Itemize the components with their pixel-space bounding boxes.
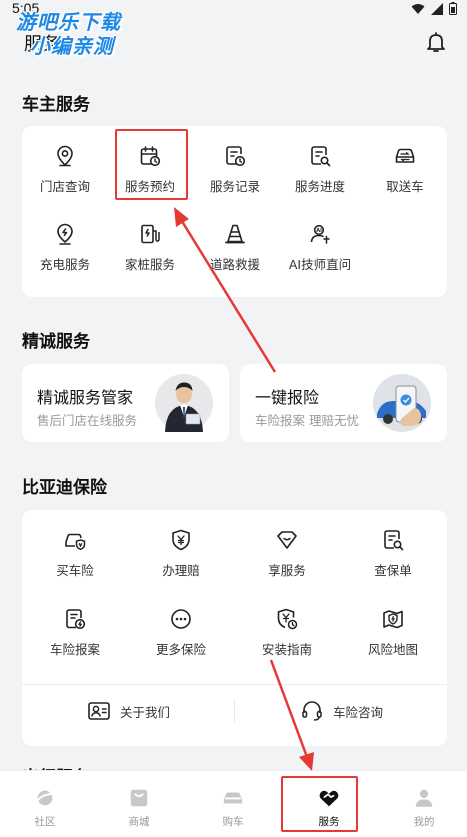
- owner-service-booking[interactable]: 服务预约: [107, 144, 193, 195]
- insurance-report[interactable]: 车险报案: [32, 607, 118, 658]
- insurance-divider: [22, 684, 447, 685]
- car-exchange-icon: [395, 148, 415, 163]
- status-icons: [411, 2, 457, 15]
- charging-pin-icon: [57, 223, 73, 245]
- grid-label: 享服务: [268, 563, 306, 578]
- premium-butler-card[interactable]: 精诚服务管家 售后门店在线服务: [22, 364, 229, 442]
- grid-label: 道路救援: [209, 257, 260, 272]
- car-icon: [223, 792, 243, 804]
- owner-services-card: 门店查询 服务预约 服务记录 服务进度 取送车 充电服务 家桩服务 道路救援 A…: [22, 126, 447, 297]
- about-us-icon: [88, 702, 110, 720]
- insurance-risk-map[interactable]: 风险地图: [350, 607, 436, 658]
- risk-map-icon: [383, 610, 403, 629]
- grid-label: 车险报案: [49, 642, 100, 657]
- watermark-line-2: 小编亲测: [30, 34, 114, 58]
- grid-label: 门店查询: [39, 179, 90, 194]
- policy-search-icon: [384, 530, 404, 551]
- shopping-bag-icon: [130, 789, 148, 807]
- nav-community[interactable]: 社区: [15, 781, 75, 829]
- record-clock-icon: [226, 146, 246, 167]
- insurance-policy-lookup[interactable]: 查保单: [350, 528, 436, 579]
- traffic-cone-icon: [225, 224, 245, 244]
- grid-label: 查保单: [374, 563, 412, 578]
- nav-label: 服务: [318, 816, 340, 828]
- guide-shield-icon: [277, 608, 298, 630]
- calendar-clock-icon: [140, 146, 161, 167]
- grid-label: 服务记录: [209, 179, 260, 194]
- svg-text:¥: ¥: [79, 543, 83, 549]
- signal-icon: [431, 2, 443, 15]
- insurance-install-guide[interactable]: 安装指南: [244, 607, 330, 658]
- insurance-claim[interactable]: 办理赔: [138, 528, 224, 579]
- insurance-consult-link[interactable]: 车险咨询: [301, 698, 383, 724]
- grid-label: 充电服务: [39, 257, 90, 272]
- car-shield-icon: ¥: [65, 533, 86, 551]
- battery-icon: [449, 2, 457, 15]
- svg-text:AI: AI: [316, 228, 322, 234]
- owner-service-ai-technician[interactable]: AI AI技师直问: [277, 222, 363, 273]
- owner-services-title: 车主服务: [22, 95, 90, 115]
- watermark-overlay: 游吧乐下载 小编亲测: [16, 10, 166, 66]
- nav-mine[interactable]: 我的: [394, 781, 454, 829]
- heart-handshake-icon: [319, 790, 339, 807]
- progress-search-icon: [311, 146, 331, 167]
- grid-label: 风险地图: [367, 642, 418, 657]
- nav-label: 商城: [128, 816, 150, 828]
- watermark-line-1: 游吧乐下载: [16, 10, 121, 34]
- insurance-report-card[interactable]: 一键报险 车险报案 理赔无忧: [240, 364, 447, 442]
- diamond-icon: [277, 531, 297, 549]
- insurance-card: ¥ 买车险 办理赔 享服务 查保单 车险报案 更多保险 安装指南 风险地图 关于…: [22, 510, 447, 746]
- nav-label: 我的: [413, 816, 435, 828]
- grid-label: 办理赔: [162, 563, 200, 578]
- ai-technician-icon: AI: [310, 224, 330, 244]
- wifi-icon: [411, 3, 425, 14]
- insurance-buy[interactable]: ¥ 买车险: [32, 528, 118, 579]
- owner-service-pickup[interactable]: 取送车: [362, 144, 448, 195]
- yuan-shield-icon: [172, 529, 190, 551]
- insurance-service[interactable]: 享服务: [244, 528, 330, 579]
- owner-service-progress[interactable]: 服务进度: [277, 144, 363, 195]
- planet-icon: [35, 790, 55, 806]
- owner-service-records[interactable]: 服务记录: [192, 144, 278, 195]
- premium-card-title: 精诚服务管家: [37, 388, 134, 407]
- premium-card-subtitle: 售后门店在线服务: [37, 413, 138, 428]
- nav-service[interactable]: 服务: [299, 781, 359, 829]
- grid-label: 安装指南: [261, 642, 312, 657]
- nav-label: 社区: [34, 816, 56, 828]
- premium-card-subtitle: 车险报案 理赔无忧: [255, 413, 359, 428]
- phone-car-illustration-icon: [373, 374, 431, 432]
- more-dots-icon: [171, 609, 191, 629]
- bottom-nav: 社区 商城 购车 服务 我的: [0, 770, 467, 837]
- bell-icon[interactable]: [424, 30, 448, 54]
- nav-mall[interactable]: 商城: [109, 781, 169, 829]
- insurance-title: 比亚迪保险: [22, 478, 107, 498]
- arrowhead-service-tab: [299, 752, 314, 771]
- footer-label: 关于我们: [120, 704, 171, 720]
- insurance-more[interactable]: 更多保险: [138, 607, 224, 658]
- owner-service-charging[interactable]: 充电服务: [22, 222, 108, 273]
- butler-avatar-icon: [155, 374, 213, 432]
- grid-label: 服务进度: [294, 179, 345, 194]
- footer-label: 车险咨询: [333, 704, 384, 720]
- grid-label: 买车险: [56, 563, 94, 578]
- about-us-link[interactable]: 关于我们: [88, 698, 170, 724]
- grid-label: AI技师直问: [288, 257, 352, 272]
- nav-label: 购车: [222, 816, 244, 828]
- owner-service-road-rescue[interactable]: 道路救援: [192, 222, 278, 273]
- grid-label: 取送车: [386, 179, 424, 194]
- footer-divider: [234, 700, 235, 722]
- report-document-icon: [66, 609, 86, 630]
- owner-service-store-search[interactable]: 门店查询: [22, 144, 108, 195]
- premium-card-title: 一键报险: [255, 388, 320, 407]
- headset-icon: [302, 701, 322, 721]
- charging-pile-icon: [141, 224, 160, 244]
- grid-label: 更多保险: [155, 642, 206, 657]
- location-pin-icon: [57, 145, 73, 167]
- owner-service-home-charger[interactable]: 家桩服务: [107, 222, 193, 273]
- nav-buy-car[interactable]: 购车: [203, 781, 263, 829]
- person-icon: [415, 789, 433, 807]
- grid-label: 家桩服务: [124, 257, 175, 272]
- premium-services-title: 精诚服务: [22, 332, 90, 352]
- grid-label: 服务预约: [124, 179, 175, 194]
